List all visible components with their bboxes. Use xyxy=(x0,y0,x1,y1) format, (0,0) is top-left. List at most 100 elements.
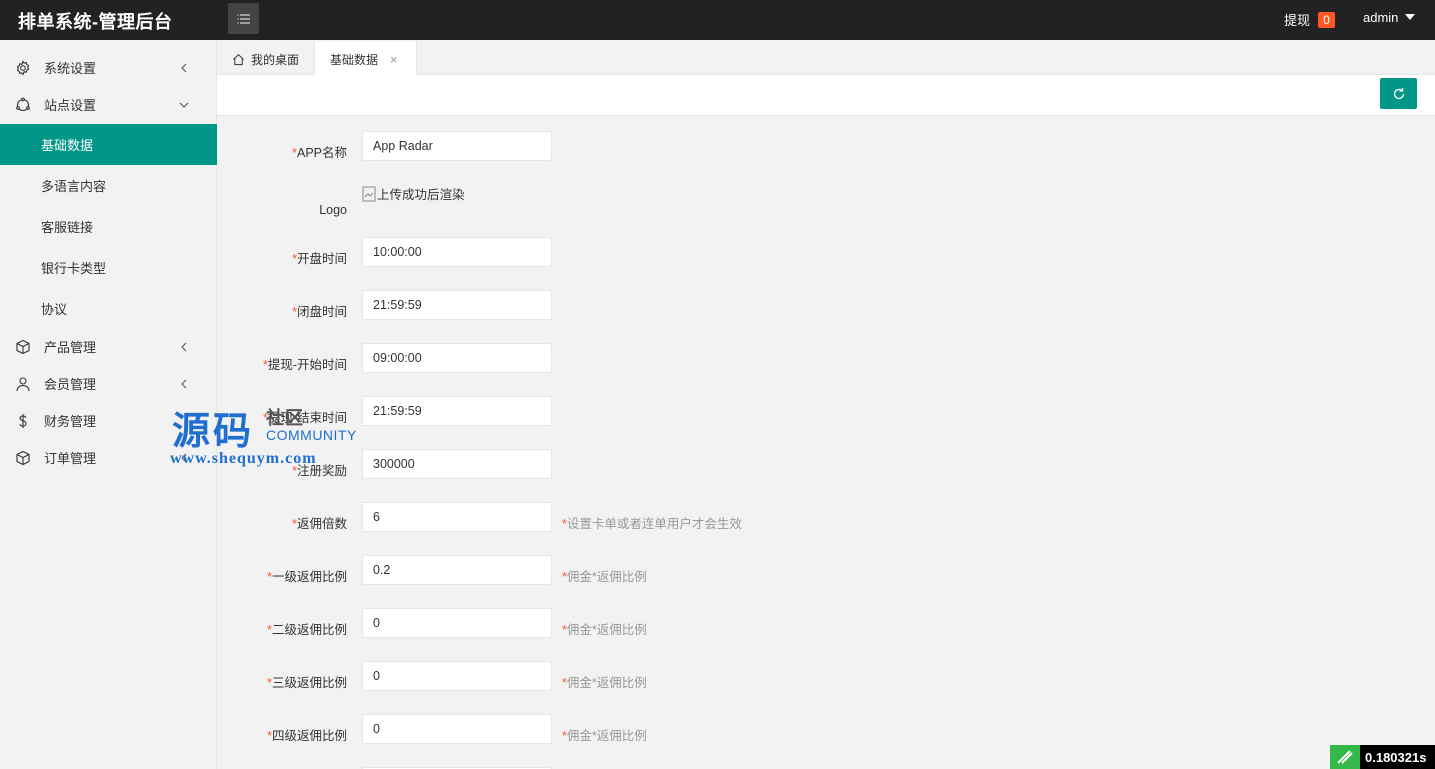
render-timer: 0.180321s xyxy=(1330,745,1435,769)
sidebar-subitem-label: 协议 xyxy=(41,302,68,317)
field-label-text: 三级返佣比例 xyxy=(271,676,347,690)
form-row-open-time: *开盘时间 10:00:00 xyxy=(217,237,1435,267)
sidebar-item-finance[interactable]: 财务管理 xyxy=(0,402,217,439)
list-icon xyxy=(237,13,250,24)
sidebar-subitem-multilang[interactable]: 多语言内容 xyxy=(0,165,217,206)
tab-bar: 我的桌面 基础数据 × xyxy=(217,40,1435,76)
register-reward-input[interactable]: 300000 xyxy=(362,449,552,479)
level2-ratio-input[interactable]: 0 xyxy=(362,608,552,638)
field-hint: *设置卡单或者连单用户才会生效 xyxy=(562,513,742,532)
user-menu[interactable]: admin xyxy=(1363,10,1416,25)
form-row-level3-ratio: *三级返佣比例 0 *佣金*返佣比例 xyxy=(217,661,1435,691)
close-time-input[interactable]: 21:59:59 xyxy=(362,290,552,320)
tab-basic-data[interactable]: 基础数据 × xyxy=(314,42,417,76)
top-header: 排单系统-管理后台 提现 0 admin xyxy=(0,0,1435,40)
app-name-input[interactable]: App Radar xyxy=(362,131,552,161)
chevron-left-icon xyxy=(181,453,187,462)
withdraw-label: 提现 xyxy=(1284,13,1311,28)
sidebar-subitem-label: 多语言内容 xyxy=(41,179,107,194)
field-label: *闭盘时间 xyxy=(292,301,347,320)
form-row-level1-ratio: *一级返佣比例 0.2 *佣金*返佣比例 xyxy=(217,555,1435,585)
sidebar-item-label: 站点设置 xyxy=(44,98,97,113)
field-label-text: 注册奖励 xyxy=(296,464,347,478)
sidebar: 系统设置 站点设置 基础数据 多语言内容 客服链接 银行卡类型 协议 产品管理 … xyxy=(0,40,217,769)
field-label-text: 提现-开始时间 xyxy=(267,358,347,372)
menu-toggle-button[interactable] xyxy=(228,3,259,34)
chevron-down-icon xyxy=(179,102,189,108)
sidebar-subitem-agreement[interactable]: 协议 xyxy=(0,288,217,329)
close-icon[interactable]: × xyxy=(390,52,398,67)
refresh-button[interactable] xyxy=(1380,78,1417,109)
dollar-icon xyxy=(19,413,27,428)
field-label: *提现-开始时间 xyxy=(263,354,347,373)
user-icon xyxy=(16,376,30,391)
tab-basic-data-label: 基础数据 xyxy=(330,52,379,67)
sidebar-item-label: 系统设置 xyxy=(44,61,97,76)
field-label-text: 提现-结束时间 xyxy=(267,411,347,425)
site-icon xyxy=(16,97,30,111)
withdraw-link[interactable]: 提现 0 xyxy=(1284,10,1336,29)
field-label-text: 返佣倍数 xyxy=(296,517,347,531)
sidebar-item-orders[interactable]: 订单管理 xyxy=(0,439,217,476)
form-row-app-name: *APP名称 App Radar xyxy=(217,131,1435,161)
level1-ratio-input[interactable]: 0.2 xyxy=(362,555,552,585)
sidebar-item-products[interactable]: 产品管理 xyxy=(0,328,217,365)
form-row-close-time: *闭盘时间 21:59:59 xyxy=(217,290,1435,320)
field-label-text: 开盘时间 xyxy=(296,252,347,266)
field-hint: *佣金*返佣比例 xyxy=(562,725,647,744)
sidebar-item-site-settings[interactable]: 站点设置 xyxy=(0,86,217,123)
form-row-level2-ratio: *二级返佣比例 0 *佣金*返佣比例 xyxy=(217,608,1435,638)
sidebar-subitem-label: 银行卡类型 xyxy=(41,261,107,276)
field-label-text: 一级返佣比例 xyxy=(271,570,347,584)
form-row-withdraw-end: *提现-结束时间 21:59:59 xyxy=(217,396,1435,426)
tab-home-label: 我的桌面 xyxy=(251,52,300,67)
field-label: Logo xyxy=(319,203,347,217)
withdraw-end-input[interactable]: 21:59:59 xyxy=(362,396,552,426)
sidebar-item-label: 产品管理 xyxy=(44,340,97,355)
withdraw-start-input[interactable]: 09:00:00 xyxy=(362,343,552,373)
commission-multiple-input[interactable]: 6 xyxy=(362,502,552,532)
logo-image[interactable]: 上传成功后渲染 xyxy=(362,184,465,203)
level3-ratio-input[interactable]: 0 xyxy=(362,661,552,691)
sidebar-item-label: 财务管理 xyxy=(44,414,97,429)
sidebar-item-members[interactable]: 会员管理 xyxy=(0,365,217,402)
field-label: *返佣倍数 xyxy=(292,513,347,532)
refresh-icon xyxy=(1393,87,1404,99)
field-hint: *佣金*返佣比例 xyxy=(562,566,647,585)
speed-icon xyxy=(1330,745,1360,769)
field-label: *APP名称 xyxy=(292,142,347,161)
sidebar-item-system-settings[interactable]: 系统设置 xyxy=(0,49,217,86)
field-hint: *佣金*返佣比例 xyxy=(562,672,647,691)
tab-home[interactable]: 我的桌面 xyxy=(217,42,314,76)
field-hint-text: 佣金*返佣比例 xyxy=(566,676,647,690)
field-label: *提现-结束时间 xyxy=(263,407,347,426)
sidebar-subitem-support-link[interactable]: 客服链接 xyxy=(0,206,217,247)
field-hint-text: 佣金*返佣比例 xyxy=(566,623,647,637)
chevron-left-icon xyxy=(181,63,187,72)
form-row-register-reward: *注册奖励 300000 xyxy=(217,449,1435,479)
field-label-text: 四级返佣比例 xyxy=(271,729,347,743)
field-label: *一级返佣比例 xyxy=(267,566,347,585)
app-title: 排单系统-管理后台 xyxy=(18,12,173,32)
field-hint-text: 佣金*返佣比例 xyxy=(566,570,647,584)
field-label: *开盘时间 xyxy=(292,248,347,267)
sidebar-subitem-bank-card-type[interactable]: 银行卡类型 xyxy=(0,247,217,288)
field-label-text: 闭盘时间 xyxy=(296,305,347,319)
sidebar-item-label: 订单管理 xyxy=(44,451,97,466)
gear-icon xyxy=(16,59,30,76)
user-name: admin xyxy=(1363,10,1399,25)
field-label-text: APP名称 xyxy=(296,146,347,160)
chevron-left-icon xyxy=(181,342,187,351)
level4-ratio-input[interactable]: 0 xyxy=(362,714,552,744)
field-label: *三级返佣比例 xyxy=(267,672,347,691)
field-label: *二级返佣比例 xyxy=(267,619,347,638)
field-label-text: 二级返佣比例 xyxy=(271,623,347,637)
sidebar-subitem-basic-data[interactable]: 基础数据 xyxy=(0,124,217,165)
open-time-input[interactable]: 10:00:00 xyxy=(362,237,552,267)
sidebar-subitem-label: 基础数据 xyxy=(41,138,94,153)
form-row-logo: Logo 上传成功后渲染 xyxy=(217,186,1435,222)
sidebar-subitem-label: 客服链接 xyxy=(41,220,94,235)
cube-icon xyxy=(16,450,30,465)
cube-icon xyxy=(16,339,30,354)
logo-alt-text: 上传成功后渲染 xyxy=(377,188,465,202)
